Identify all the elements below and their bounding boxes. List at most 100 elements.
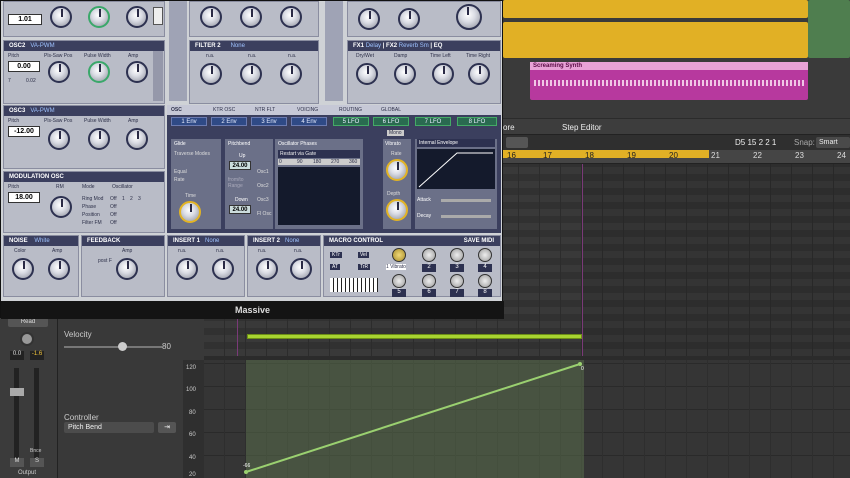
osc2-amp-slider[interactable] bbox=[153, 51, 163, 101]
filter-knob-2[interactable] bbox=[240, 6, 262, 28]
osc2-width-knob[interactable] bbox=[88, 61, 110, 83]
region-name: Screaming Synth bbox=[530, 62, 808, 70]
pitchbend-up-value[interactable]: 24.00 bbox=[229, 161, 251, 170]
master-knob[interactable] bbox=[456, 4, 482, 30]
osc3-pitch-value[interactable]: -12.00 bbox=[8, 126, 40, 137]
mod-slot-6[interactable]: 6 LFO bbox=[373, 117, 409, 126]
macro-knob-1[interactable] bbox=[392, 248, 406, 262]
filter2-knob-2[interactable] bbox=[240, 63, 262, 85]
filter2-knob-1[interactable] bbox=[200, 63, 222, 85]
noise-amp-knob[interactable] bbox=[48, 258, 70, 280]
osc1-knob-2[interactable] bbox=[88, 6, 110, 28]
track-region-green[interactable] bbox=[808, 0, 850, 58]
macro-knob-3[interactable] bbox=[450, 248, 464, 262]
tab-routing[interactable]: ROUTING bbox=[339, 107, 362, 113]
attack-slider[interactable] bbox=[441, 199, 491, 202]
velocity-slider-thumb[interactable] bbox=[118, 342, 127, 351]
envelope-graph[interactable] bbox=[417, 149, 495, 189]
osc3-pos-knob[interactable] bbox=[48, 128, 70, 150]
modosc-rm-knob[interactable] bbox=[50, 196, 72, 218]
filter-knob-3[interactable] bbox=[280, 6, 302, 28]
macro-knob-7[interactable] bbox=[450, 274, 464, 288]
fx1-damp-knob[interactable] bbox=[394, 63, 416, 85]
fx1-timeleft-knob[interactable] bbox=[432, 63, 454, 85]
fx-top-panel bbox=[347, 1, 501, 37]
filter-mix-slider[interactable] bbox=[169, 1, 187, 101]
tab-step-editor[interactable]: Step Editor bbox=[562, 123, 602, 132]
tab-ktr-osc[interactable]: KTR OSC bbox=[213, 107, 235, 113]
macro-knob-6[interactable] bbox=[422, 274, 436, 288]
feedback-panel: FEEDBACK Amp post F bbox=[81, 235, 165, 297]
osc1-value[interactable]: 1.01 bbox=[8, 14, 42, 25]
tab-voicing[interactable]: VOICING bbox=[297, 107, 318, 113]
volume-fader[interactable] bbox=[10, 388, 24, 396]
tab-more[interactable]: ore bbox=[503, 123, 515, 132]
fx-top-knob-1[interactable] bbox=[358, 8, 380, 30]
track-region-yellow-2[interactable] bbox=[503, 22, 808, 58]
insert1-knob-2[interactable] bbox=[212, 258, 234, 280]
mod-slot-4[interactable]: 4 Env bbox=[291, 117, 327, 126]
feedback-amp-knob[interactable] bbox=[116, 258, 138, 280]
osc3-amp-knob[interactable] bbox=[126, 128, 148, 150]
osc1-slider[interactable] bbox=[153, 7, 163, 25]
pointer-tool[interactable] bbox=[506, 137, 528, 148]
track-region-yellow[interactable] bbox=[503, 0, 808, 18]
pan-knob[interactable] bbox=[20, 332, 34, 346]
solo-button[interactable]: S bbox=[30, 458, 44, 467]
mod-slot-2[interactable]: 2 Env bbox=[211, 117, 247, 126]
vibrato-depth-knob[interactable] bbox=[386, 199, 408, 221]
controller-select[interactable]: Pitch Bend bbox=[64, 422, 154, 433]
mod-slot-8[interactable]: 8 LFO bbox=[457, 117, 497, 126]
bounce-label[interactable]: Bnce bbox=[30, 448, 41, 454]
mute-button[interactable]: M bbox=[10, 458, 24, 467]
macro-knob-4[interactable] bbox=[478, 248, 492, 262]
note-bar[interactable] bbox=[247, 334, 582, 339]
decay-slider[interactable] bbox=[441, 215, 491, 218]
filter-knob-1[interactable] bbox=[200, 6, 222, 28]
osc2-pos-knob[interactable] bbox=[48, 61, 70, 83]
fx1-timeright-knob[interactable] bbox=[468, 63, 490, 85]
phase-display[interactable] bbox=[278, 167, 360, 225]
osc3-width-knob[interactable] bbox=[88, 128, 110, 150]
insert2-knob-2[interactable] bbox=[290, 258, 312, 280]
osc-main-panel: OSC KTR OSC NTR FLT VOICING ROUTING GLOB… bbox=[167, 105, 501, 233]
snap-select[interactable]: Smart bbox=[816, 137, 850, 148]
arrows-icon[interactable]: ⇥ bbox=[158, 422, 176, 433]
osc2-amp-knob[interactable] bbox=[126, 61, 148, 83]
mod-slot-1[interactable]: 1 Env bbox=[171, 117, 207, 126]
tab-global[interactable]: GLOBAL bbox=[381, 107, 401, 113]
osc3-header: OSC3 VA-PWM bbox=[4, 106, 164, 116]
vibrato-rate-knob[interactable] bbox=[386, 159, 408, 181]
fx-top-knob-2[interactable] bbox=[398, 8, 420, 30]
noise-color-knob[interactable] bbox=[12, 258, 34, 280]
filter2-knob-3[interactable] bbox=[280, 63, 302, 85]
tab-ntr-flt[interactable]: NTR FLT bbox=[255, 107, 275, 113]
restart-select[interactable]: Restart via Gate bbox=[278, 150, 360, 158]
macro-keyboard[interactable] bbox=[330, 278, 378, 292]
pitchbend-down-value[interactable]: 24.00 bbox=[229, 205, 251, 214]
track-region-pink[interactable]: Screaming Synth bbox=[530, 62, 808, 100]
automation-read-button[interactable]: Read bbox=[8, 318, 48, 327]
mod-slot-5[interactable]: 5 LFO bbox=[333, 117, 369, 126]
macro-knob-5[interactable] bbox=[392, 274, 406, 288]
pitch-bend-curve[interactable] bbox=[204, 360, 850, 478]
feedback-header: FEEDBACK bbox=[82, 236, 164, 246]
fx1-drywet-knob[interactable] bbox=[356, 63, 378, 85]
tracks-area: Screaming Synth bbox=[503, 0, 850, 118]
mod-slot-7[interactable]: 7 LFO bbox=[415, 117, 451, 126]
osc2-pitch-value[interactable]: 0.00 bbox=[8, 61, 40, 72]
modosc-pitch-value[interactable]: 18.00 bbox=[8, 192, 40, 203]
insert2-knob-1[interactable] bbox=[256, 258, 278, 280]
osc1-knob-3[interactable] bbox=[126, 6, 148, 28]
envelope-select[interactable]: Internal Envelope bbox=[417, 139, 495, 147]
mod-slot-3[interactable]: 3 Env bbox=[251, 117, 287, 126]
glide-time-knob[interactable] bbox=[179, 201, 201, 223]
osc1-knob-1[interactable] bbox=[50, 6, 72, 28]
macro-knob-8[interactable] bbox=[478, 274, 492, 288]
tab-osc[interactable]: OSC bbox=[171, 107, 182, 113]
amp-slider[interactable] bbox=[325, 1, 343, 101]
mono-toggle[interactable]: Mono bbox=[387, 130, 404, 136]
insert1-knob-1[interactable] bbox=[176, 258, 198, 280]
macro-knob-2[interactable] bbox=[422, 248, 436, 262]
channel-strip: Read 0.0 -1.6 M S Bnce Output bbox=[0, 318, 58, 478]
